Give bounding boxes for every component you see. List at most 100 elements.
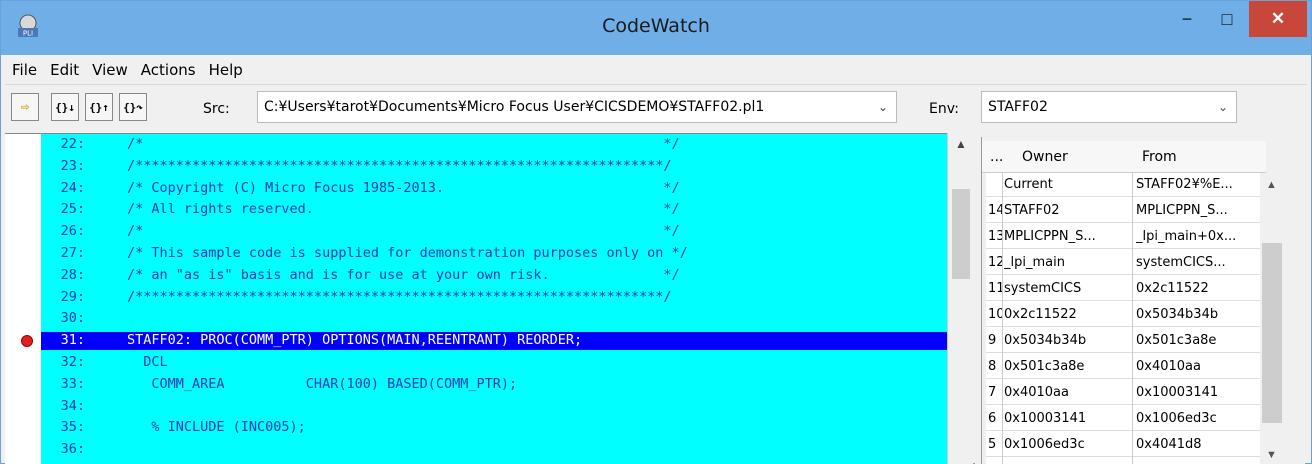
- stack-header: ... Owner From: [982, 141, 1266, 173]
- line-text: /* */: [127, 223, 680, 240]
- line-number: 36:: [60, 441, 85, 458]
- frame-from: 0x10003141: [1136, 385, 1219, 400]
- frame-index: 6: [988, 411, 997, 426]
- code-line[interactable]: 26: /* */: [5, 223, 947, 241]
- step-into-button[interactable]: {}↓: [51, 93, 79, 121]
- code-line[interactable]: 30:: [5, 310, 947, 328]
- env-label: Env:: [929, 101, 959, 117]
- line-number: 32:: [60, 354, 85, 370]
- line-text: /* All rights reserved. */: [127, 201, 680, 218]
- menu-actions[interactable]: Actions: [134, 61, 202, 79]
- code-line[interactable]: 25: /* All rights reserved. */: [5, 201, 947, 219]
- code-line[interactable]: 36:: [5, 441, 947, 459]
- code-line[interactable]: 32: DCL: [5, 354, 947, 372]
- step-out-button[interactable]: {}↑: [85, 93, 113, 121]
- chevron-down-icon: ⌄: [1217, 100, 1228, 114]
- col-index-header[interactable]: ...: [990, 149, 1003, 165]
- frame-owner: Current: [1004, 177, 1053, 192]
- stack-row[interactable]: 12 _lpi_main systemCICS...: [986, 251, 1260, 275]
- stack-row[interactable]: 6 0x10003141 0x1006ed3c: [986, 407, 1260, 431]
- stack-row[interactable]: 11 systemCICS 0x2c11522: [986, 277, 1260, 301]
- line-number: 35:: [60, 419, 85, 436]
- menu-help[interactable]: Help: [202, 61, 249, 79]
- source-code-panel[interactable]: 22: /* */ 23: /****************************…: [5, 133, 947, 464]
- title-bar[interactable]: PLI CodeWatch − □ ✕: [1, 1, 1311, 55]
- menu-file[interactable]: File: [5, 61, 43, 79]
- code-line[interactable]: 29: /************************************…: [5, 289, 947, 307]
- stack-row[interactable]: 7 0x4010aa 0x10003141: [986, 381, 1260, 405]
- close-button[interactable]: ✕: [1249, 1, 1307, 37]
- code-line[interactable]: 22: /* */: [5, 136, 947, 154]
- col-owner-header[interactable]: Owner: [1022, 149, 1068, 165]
- step-over-button[interactable]: {}↷: [119, 93, 147, 121]
- frame-index: 5: [988, 437, 997, 452]
- scroll-thumb[interactable]: [1262, 243, 1282, 423]
- code-scrollbar[interactable]: ▲: [947, 133, 973, 464]
- frame-index: 11: [988, 281, 1002, 296]
- line-number: 33:: [60, 375, 85, 392]
- line-number: 29:: [60, 288, 85, 305]
- codewatch-window: PLI CodeWatch − □ ✕ File Edit View Actio…: [0, 0, 1312, 464]
- stack-row[interactable]: 14 STAFF02 MPLICPPN_S...: [986, 199, 1260, 223]
- frame-index: 7: [988, 385, 997, 400]
- line-number: 26:: [60, 223, 85, 240]
- line-text: % INCLUDE (INC005);: [127, 419, 306, 436]
- stack-row[interactable]: 5 0x1006ed3c 0x4041d8: [986, 433, 1260, 457]
- maximize-button[interactable]: □: [1209, 1, 1245, 37]
- call-stack-table: Current STAFF02¥%E... 14 STAFF02 MPLICPPN_S.…: [986, 173, 1270, 464]
- menu-edit[interactable]: Edit: [43, 61, 85, 79]
- code-line[interactable]: 31: STAFF02: PROC(COMM_PTR) OPTIONS(MAIN,…: [5, 332, 947, 350]
- frame-from: _lpi_main+0x...: [1136, 229, 1237, 244]
- code-line[interactable]: 28: /* an "as is" basis and is for use at…: [5, 267, 947, 285]
- line-text: STAFF02: PROC(COMM_PTR) OPTIONS(MAIN,REE…: [127, 332, 583, 349]
- env-dropdown[interactable]: STAFF02 ⌄: [981, 91, 1237, 123]
- src-value: C:¥Users¥tarot¥Documents¥Micro Focus Use…: [264, 99, 765, 115]
- code-line[interactable]: 24: /* Copyright (C) Micro Focus 1985-201…: [5, 180, 947, 198]
- scroll-up-icon[interactable]: ▲: [948, 133, 974, 155]
- src-dropdown[interactable]: C:¥Users¥tarot¥Documents¥Micro Focus Use…: [257, 91, 897, 123]
- scroll-down-icon[interactable]: ▼: [1266, 449, 1277, 461]
- frame-from: STAFF02¥%E...: [1136, 177, 1233, 192]
- frame-index: 10: [988, 307, 1002, 322]
- scroll-thumb[interactable]: [952, 189, 970, 279]
- frame-owner: 0x1006ed3c: [1004, 437, 1085, 452]
- code-line[interactable]: 23: /************************************…: [5, 158, 947, 176]
- line-number: 23:: [60, 157, 85, 174]
- stack-row[interactable]: 9 0x5034b34b 0x501c3a8e: [986, 329, 1260, 353]
- column-divider: [1002, 173, 1003, 464]
- code-line[interactable]: 34:: [5, 398, 947, 416]
- frame-index: 13: [988, 229, 1002, 244]
- frame-owner: STAFF02: [1004, 203, 1060, 218]
- frame-index: 12: [988, 255, 1002, 270]
- line-number: 24:: [60, 179, 85, 196]
- line-number: 34:: [60, 397, 85, 414]
- call-stack-panel: ... Owner From Current STAFF02¥%E... 14 STA…: [981, 137, 1305, 464]
- frame-from: 0x5034b34b: [1136, 307, 1219, 322]
- col-from-header[interactable]: From: [1142, 149, 1177, 165]
- menu-view[interactable]: View: [85, 61, 134, 79]
- frame-index: 8: [988, 359, 997, 374]
- stack-row[interactable]: Current STAFF02¥%E...: [986, 173, 1260, 197]
- line-number: 25:: [60, 201, 85, 218]
- stack-row[interactable]: 8 0x501c3a8e 0x4010aa: [986, 355, 1260, 379]
- frame-owner: 0x5034b34b: [1004, 333, 1087, 348]
- code-line[interactable]: 33: COMM_AREA CHAR(100) BASED(COMM_PTR);: [5, 376, 947, 394]
- minimize-button[interactable]: −: [1169, 1, 1205, 37]
- code-line[interactable]: 35: % INCLUDE (INC005);: [5, 419, 947, 437]
- stack-row[interactable]: 10 0x2c11522 0x5034b34b: [986, 303, 1260, 327]
- stack-scrollbar[interactable]: ▲ ▼: [1260, 173, 1284, 464]
- env-value: STAFF02: [988, 99, 1048, 115]
- scroll-up-icon[interactable]: ▲: [1266, 179, 1277, 191]
- frame-from: MPLICPPN_S...: [1136, 203, 1228, 218]
- code-line[interactable]: 27: /* This sample code is supplied for d…: [5, 245, 947, 263]
- frame-owner: 0x501c3a8e: [1004, 359, 1085, 374]
- line-text: COMM_AREA CHAR(100) BASED(COMM_PTR);: [127, 375, 518, 392]
- window-title: CodeWatch: [602, 15, 710, 37]
- line-number: 28:: [60, 266, 85, 283]
- frame-index: 9: [988, 333, 997, 348]
- frame-owner: systemCICS: [1004, 281, 1082, 296]
- frame-owner: 0x4010aa: [1004, 385, 1069, 400]
- stack-row[interactable]: 13 MPLICPPN_S... _lpi_main+0x...: [986, 225, 1260, 249]
- frame-index: 14: [988, 203, 1002, 218]
- run-arrow-button[interactable]: ⇨: [11, 93, 39, 121]
